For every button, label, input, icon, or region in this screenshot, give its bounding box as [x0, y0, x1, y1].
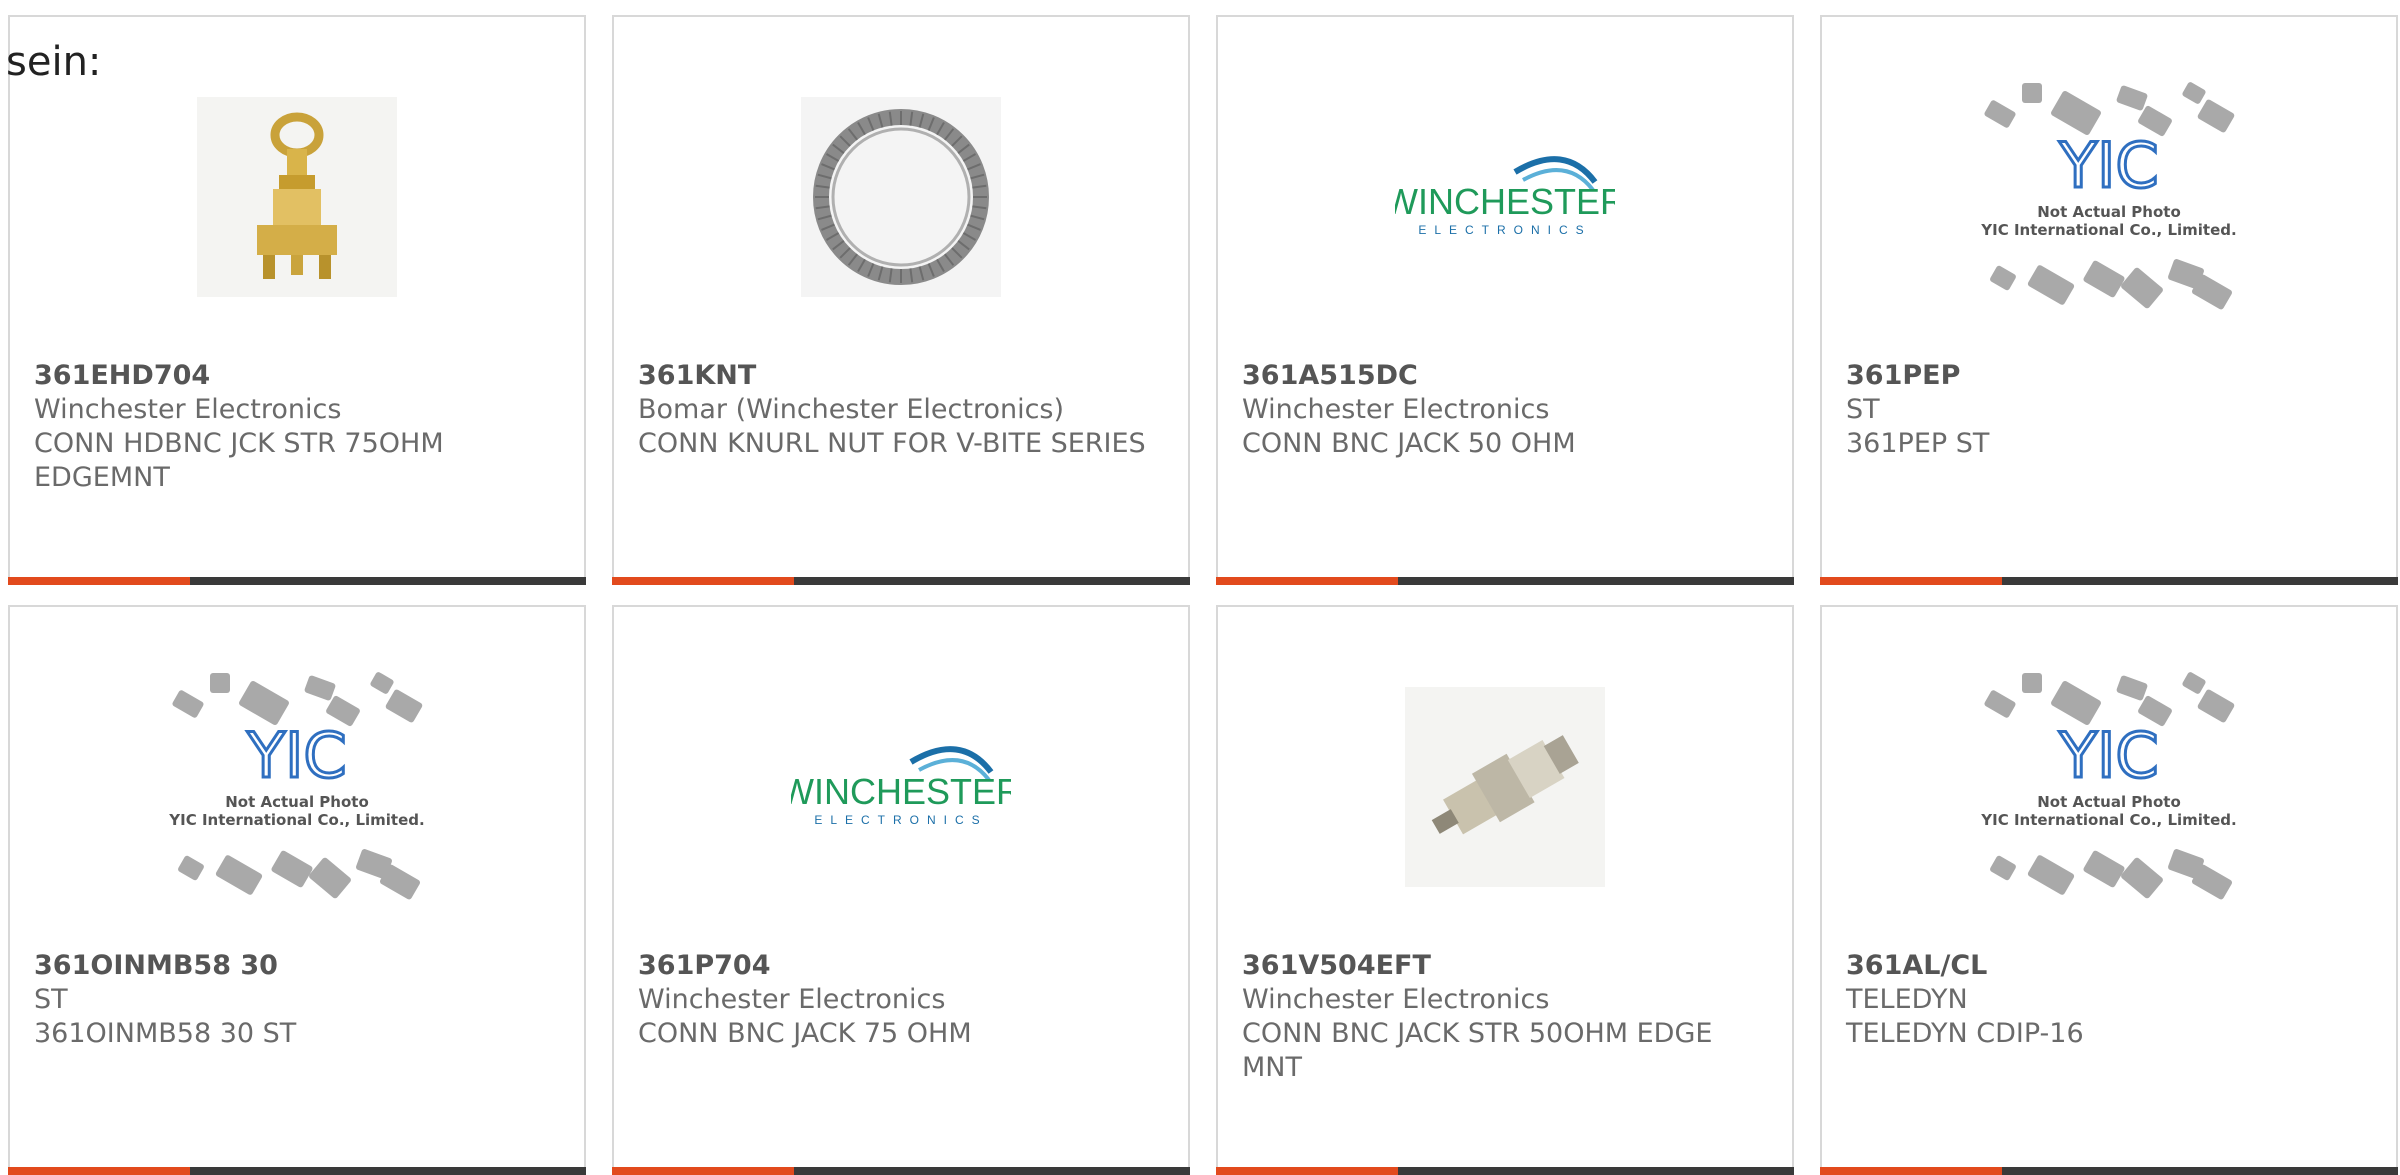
svg-text:WINCHESTER: WINCHESTER [1395, 181, 1615, 222]
product-description: CONN BNC JACK 50 OHM [1242, 428, 1576, 459]
product-info: 361AL/CL TELEDYN TELEDYN CDIP-16 [1846, 949, 2376, 1051]
product-image[interactable] [10, 87, 584, 307]
product-card-2[interactable]: WINCHESTER ELECTRONICS 361A515DC Winches… [1216, 15, 1794, 585]
product-info: 361OINMB58 30 ST 361OINMB58 30 ST [34, 949, 564, 1051]
part-number[interactable]: 361V504EFT [1242, 949, 1772, 983]
svg-text:YIC International Co., Limited: YIC International Co., Limited. [1980, 811, 2236, 829]
product-info: 361EHD704 Winchester Electronics CONN HD… [34, 359, 564, 495]
manufacturer-name: Winchester Electronics [1242, 984, 1550, 1015]
svg-text:YIC International Co., Limited: YIC International Co., Limited. [1980, 221, 2236, 239]
svg-text:Not Actual Photo: Not Actual Photo [2037, 203, 2181, 221]
svg-text:WINCHESTER: WINCHESTER [791, 771, 1011, 812]
card-bottom-bar [8, 1167, 586, 1175]
yic-not-actual-photo-icon: YIC Not Actual Photo YIC International C… [1980, 672, 2237, 900]
manufacturer-name: Bomar (Winchester Electronics) [638, 394, 1065, 425]
card-accent-bar [612, 1167, 794, 1175]
bnc-connector-icon [1405, 687, 1605, 887]
product-info: 361KNT Bomar (Winchester Electronics) CO… [638, 359, 1168, 461]
winchester-logo-icon: WINCHESTER ELECTRONICS [791, 746, 1011, 827]
product-description: TELEDYN CDIP-16 [1846, 1018, 2084, 1049]
card-bottom-bar [612, 1167, 1190, 1175]
product-card-6[interactable]: 361V504EFT Winchester Electronics CONN B… [1216, 605, 1794, 1175]
product-image[interactable]: YIC Not Actual Photo YIC International C… [1822, 82, 2396, 310]
partial-heading-text: sein: [6, 39, 102, 85]
card-accent-bar [8, 1167, 190, 1175]
card-accent-bar [1820, 577, 2002, 585]
product-description: CONN HDBNC JCK STR 75OHM EDGEMNT [34, 428, 444, 493]
manufacturer-name: ST [34, 984, 68, 1015]
product-image[interactable]: WINCHESTER ELECTRONICS [1218, 87, 1792, 307]
winchester-logo-icon: WINCHESTER ELECTRONICS [1395, 156, 1615, 237]
card-bottom-bar [1216, 577, 1794, 585]
card-accent-bar [612, 577, 794, 585]
product-info: 361V504EFT Winchester Electronics CONN B… [1242, 949, 1772, 1085]
card-accent-bar [1216, 1167, 1398, 1175]
product-card-4[interactable]: YIC Not Actual Photo YIC International C… [8, 605, 586, 1175]
product-image[interactable]: WINCHESTER ELECTRONICS [614, 677, 1188, 897]
manufacturer-name: TELEDYN [1846, 984, 1968, 1015]
product-image[interactable] [1218, 677, 1792, 897]
card-bottom-bar [612, 577, 1190, 585]
part-number[interactable]: 361A515DC [1242, 359, 1772, 393]
yic-not-actual-photo-icon: YIC Not Actual Photo YIC International C… [1980, 82, 2237, 310]
svg-text:YIC International Co., Limited: YIC International Co., Limited. [168, 811, 424, 829]
product-card-3[interactable]: YIC Not Actual Photo YIC International C… [1820, 15, 2398, 585]
yic-not-actual-photo-icon: YIC Not Actual Photo YIC International C… [168, 672, 425, 900]
card-bottom-bar [1820, 577, 2398, 585]
product-description: 361OINMB58 30 ST [34, 1018, 297, 1049]
card-accent-bar [1820, 1167, 2002, 1175]
manufacturer-name: ST [1846, 394, 1880, 425]
svg-text:YIC: YIC [246, 719, 346, 792]
part-number[interactable]: 361OINMB58 30 [34, 949, 564, 983]
part-number[interactable]: 361KNT [638, 359, 1168, 393]
part-number[interactable]: 361P704 [638, 949, 1168, 983]
gold-connector-icon [197, 97, 397, 297]
product-card-0[interactable]: 361EHD704 Winchester Electronics CONN HD… [8, 15, 586, 585]
card-accent-bar [8, 577, 190, 585]
knurled-nut-icon [801, 97, 1001, 297]
manufacturer-name: Winchester Electronics [638, 984, 946, 1015]
product-card-7[interactable]: YIC Not Actual Photo YIC International C… [1820, 605, 2398, 1175]
svg-text:Not Actual Photo: Not Actual Photo [2037, 793, 2181, 811]
part-number[interactable]: 361EHD704 [34, 359, 564, 393]
manufacturer-name: Winchester Electronics [34, 394, 342, 425]
product-description: CONN BNC JACK STR 50OHM EDGE MNT [1242, 1018, 1713, 1083]
product-info: 361A515DC Winchester Electronics CONN BN… [1242, 359, 1772, 461]
product-info: 361PEP ST 361PEP ST [1846, 359, 2376, 461]
product-card-1[interactable]: 361KNT Bomar (Winchester Electronics) CO… [612, 15, 1190, 585]
product-description: 361PEP ST [1846, 428, 1990, 459]
manufacturer-name: Winchester Electronics [1242, 394, 1550, 425]
svg-text:ELECTRONICS: ELECTRONICS [814, 813, 987, 827]
card-accent-bar [1216, 577, 1398, 585]
svg-text:Not Actual Photo: Not Actual Photo [225, 793, 369, 811]
product-description: CONN BNC JACK 75 OHM [638, 1018, 972, 1049]
svg-text:YIC: YIC [2058, 129, 2158, 202]
card-bottom-bar [1820, 1167, 2398, 1175]
product-image[interactable]: YIC Not Actual Photo YIC International C… [1822, 672, 2396, 900]
part-number[interactable]: 361PEP [1846, 359, 2376, 393]
svg-text:YIC: YIC [2058, 719, 2158, 792]
product-image[interactable]: YIC Not Actual Photo YIC International C… [10, 672, 584, 900]
product-image[interactable] [614, 87, 1188, 307]
part-number[interactable]: 361AL/CL [1846, 949, 2376, 983]
product-card-5[interactable]: WINCHESTER ELECTRONICS 361P704 Wincheste… [612, 605, 1190, 1175]
product-grid: 361EHD704 Winchester Electronics CONN HD… [8, 15, 2398, 1175]
card-bottom-bar [8, 577, 586, 585]
product-description: CONN KNURL NUT FOR V-BITE SERIES [638, 428, 1146, 459]
product-info: 361P704 Winchester Electronics CONN BNC … [638, 949, 1168, 1051]
svg-text:ELECTRONICS: ELECTRONICS [1418, 223, 1591, 237]
card-bottom-bar [1216, 1167, 1794, 1175]
